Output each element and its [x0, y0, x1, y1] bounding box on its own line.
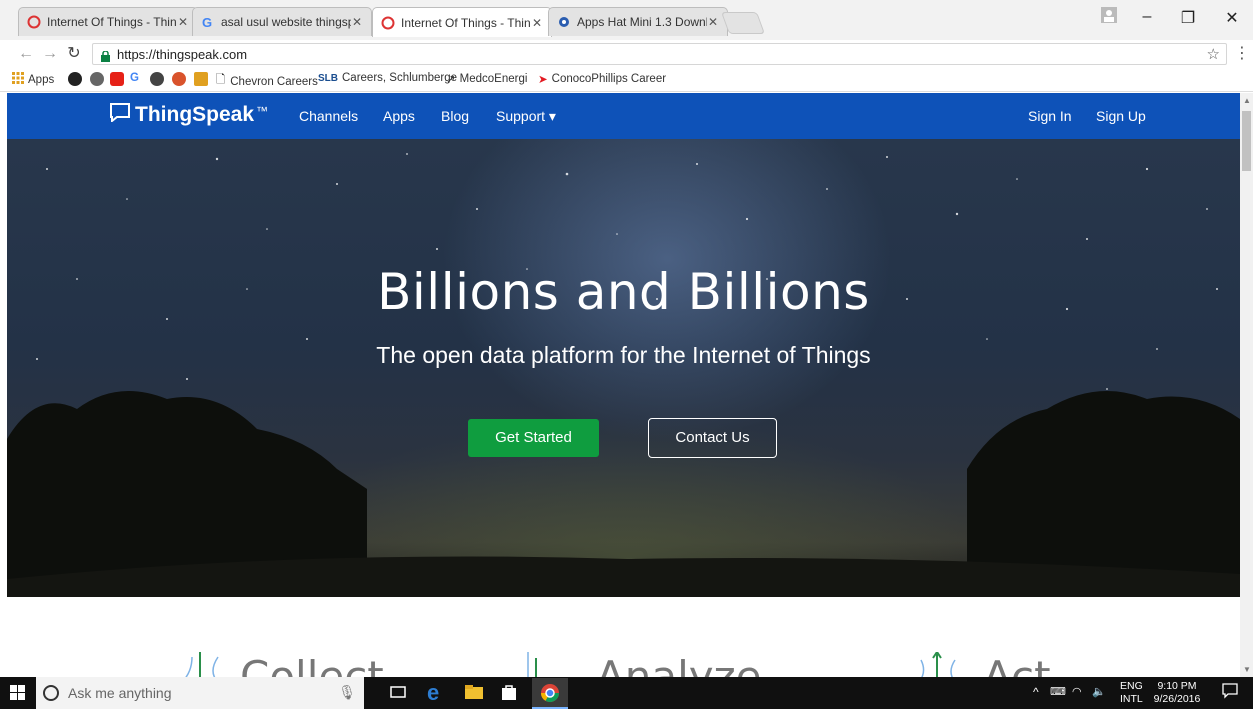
- microphone-icon[interactable]: 🎙: [338, 684, 356, 701]
- close-icon[interactable]: ✕: [531, 16, 543, 30]
- google-icon: G: [201, 15, 215, 29]
- page-icon: 🗋: [216, 74, 226, 86]
- profile-icon[interactable]: [1097, 6, 1121, 30]
- close-icon[interactable]: ✕: [351, 15, 363, 29]
- bookmark-medcoenergi[interactable]: ↗ MedcoEnergi: [446, 72, 527, 86]
- bookmark-icon-7[interactable]: [194, 72, 213, 86]
- hero-subtitle: The open data platform for the Internet …: [376, 342, 871, 368]
- slb-icon: SLB: [318, 72, 338, 84]
- lock-icon: [101, 49, 110, 62]
- file-explorer-icon[interactable]: [464, 683, 484, 703]
- nav-support-dropdown[interactable]: Support ▾: [496, 108, 556, 125]
- tray-chevron-icon[interactable]: ^: [1033, 685, 1039, 699]
- volume-icon[interactable]: 🔈: [1092, 685, 1106, 698]
- window-close-icon[interactable]: ✕: [1220, 8, 1244, 32]
- contact-us-button[interactable]: Contact Us: [648, 418, 777, 458]
- thingspeak-icon: [27, 15, 41, 29]
- url-text: https://thingspeak.com: [117, 47, 248, 62]
- windows-start-icon[interactable]: [10, 683, 30, 703]
- bookmark-icon-5[interactable]: [150, 72, 169, 86]
- bookmark-apps[interactable]: Apps: [12, 72, 54, 87]
- forward-arrow-icon[interactable]: →: [40, 44, 60, 64]
- chrome-taskbar-icon[interactable]: [532, 678, 568, 709]
- minimize-icon[interactable]: –: [1135, 8, 1159, 32]
- menu-dots-icon[interactable]: ⋮: [1232, 44, 1252, 64]
- conocophillips-icon: ➤: [538, 74, 548, 86]
- hero-title: Billions and Billions: [377, 263, 870, 321]
- blue-dot-icon: [557, 15, 571, 29]
- clock[interactable]: 9:10 PM 9/26/2016: [1150, 680, 1204, 706]
- task-view-icon[interactable]: [389, 683, 409, 703]
- thingspeak-icon: [381, 16, 395, 30]
- hero-banner: Billions and Billions The open data plat…: [7, 139, 1240, 597]
- scroll-up-arrow-icon[interactable]: ▲: [1243, 96, 1251, 105]
- browser-tab-3[interactable]: Internet Of Things - Thin ✕: [372, 7, 552, 37]
- medco-icon: ↗: [446, 74, 456, 86]
- cortana-search-box[interactable]: Ask me anything 🎙: [36, 677, 364, 709]
- chat-bubble-icon: [109, 102, 131, 128]
- scroll-down-arrow-icon[interactable]: ▼: [1243, 665, 1251, 674]
- bookmark-star-icon[interactable]: ☆: [1207, 45, 1220, 63]
- browser-tab-1[interactable]: Internet Of Things - Thin ✕: [18, 7, 198, 36]
- language-indicator[interactable]: ENG INTL: [1120, 680, 1143, 706]
- scrollbar-thumb[interactable]: [1242, 111, 1251, 171]
- search-placeholder: Ask me anything: [68, 685, 172, 701]
- tab-title: Internet Of Things - Thin: [401, 15, 531, 30]
- browser-tab-2[interactable]: G asal usul website thingsp ✕: [192, 7, 372, 36]
- nav-blog[interactable]: Blog: [441, 108, 469, 124]
- bookmark-icon-2[interactable]: [90, 72, 109, 86]
- store-icon[interactable]: [500, 683, 520, 703]
- get-started-button[interactable]: Get Started: [468, 419, 599, 457]
- bookmark-chevron-careers[interactable]: 🗋 Chevron Careers: [216, 72, 318, 91]
- youtube-icon[interactable]: [110, 72, 129, 86]
- page-scrollbar[interactable]: ▲ ▼: [1240, 93, 1253, 677]
- browser-toolbar: ← → ↻ https://thingspeak.com ☆ ⋮: [0, 40, 1253, 68]
- svg-text:G: G: [202, 15, 212, 29]
- site-navbar: ThingSpeak ™ Channels Apps Blog Support …: [7, 93, 1240, 139]
- back-arrow-icon[interactable]: ←: [16, 44, 36, 64]
- bookmark-icon-6[interactable]: [172, 72, 191, 86]
- thingspeak-logo[interactable]: ThingSpeak ™: [109, 102, 268, 128]
- windows-taskbar: Ask me anything 🎙 e ^ ⌨ ◠ 🔈 ENG INTL 9:1…: [0, 677, 1253, 709]
- reload-icon[interactable]: ↻: [64, 44, 84, 64]
- tab-title: Internet Of Things - Thin: [47, 15, 177, 29]
- apps-grid-icon: [12, 72, 24, 87]
- action-center-icon[interactable]: [1222, 683, 1238, 704]
- edge-browser-icon[interactable]: e: [427, 682, 447, 704]
- bookmarks-bar: Apps G 🗋 Chevron Careers SLB Careers, Sc…: [0, 68, 1253, 92]
- new-tab-button[interactable]: [720, 12, 766, 34]
- browser-tab-4[interactable]: Apps Hat Mini 1.3 Downl ✕: [548, 7, 728, 36]
- tab-title: asal usul website thingsp: [221, 15, 351, 29]
- browser-tab-strip: Internet Of Things - Thin ✕ G asal usul …: [0, 0, 1253, 40]
- network-icon[interactable]: ⌨: [1050, 685, 1066, 698]
- github-icon[interactable]: [68, 72, 87, 86]
- address-bar[interactable]: https://thingspeak.com ☆: [92, 43, 1227, 65]
- close-icon[interactable]: ✕: [177, 15, 189, 29]
- bookmark-conocophillips[interactable]: ➤ ConocoPhillips Career: [538, 72, 666, 86]
- cortana-circle-icon: [42, 684, 60, 705]
- bookmark-schlumberger[interactable]: SLB Careers, Schlumberge: [318, 72, 457, 84]
- restore-icon[interactable]: ❐: [1176, 8, 1200, 32]
- nav-apps[interactable]: Apps: [383, 108, 415, 124]
- nav-sign-in[interactable]: Sign In: [1028, 108, 1072, 124]
- google-icon[interactable]: G: [130, 72, 139, 84]
- wifi-icon[interactable]: ◠: [1072, 685, 1082, 698]
- nav-channels[interactable]: Channels: [299, 108, 358, 124]
- close-icon[interactable]: ✕: [707, 15, 719, 29]
- nav-sign-up[interactable]: Sign Up: [1096, 108, 1146, 124]
- tab-title: Apps Hat Mini 1.3 Downl: [577, 15, 707, 29]
